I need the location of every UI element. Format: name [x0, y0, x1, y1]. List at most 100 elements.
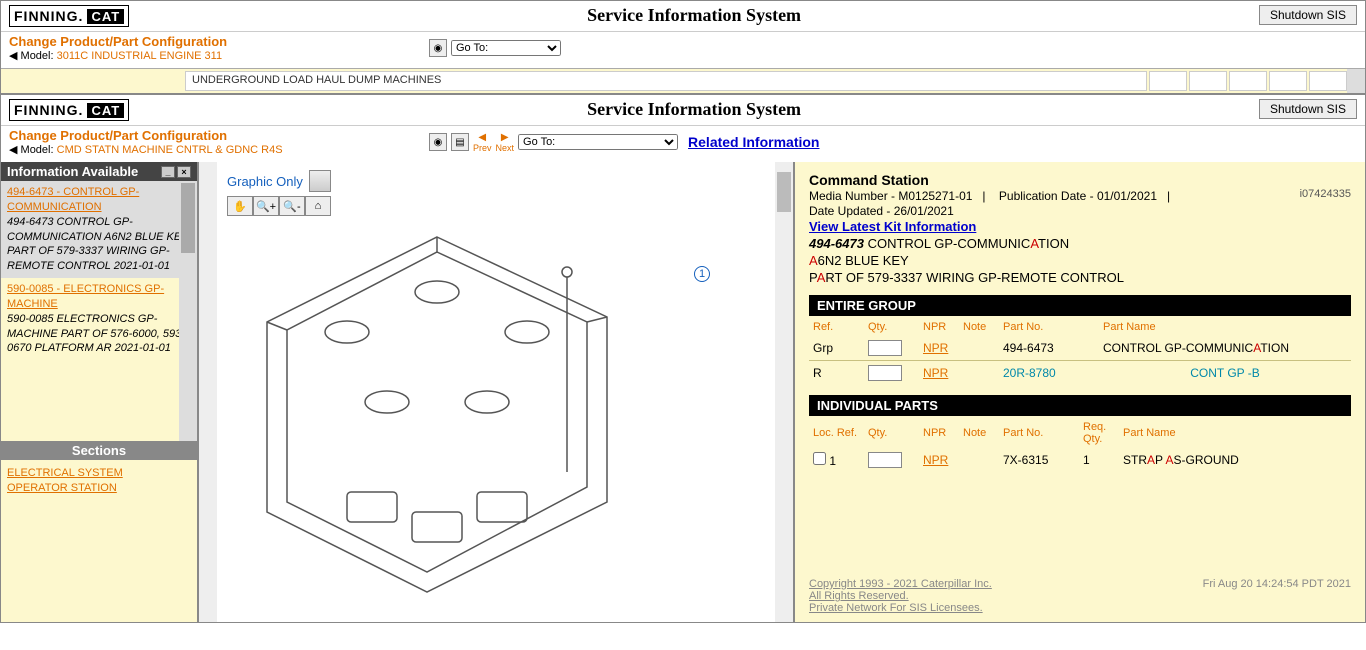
- cell: [1269, 71, 1307, 91]
- minimize-icon[interactable]: _: [161, 166, 175, 178]
- scrollbar[interactable]: [1347, 69, 1365, 93]
- arrow-left-icon: ◀: [473, 132, 492, 143]
- footer: Copyright 1993 - 2021 Caterpillar Inc. A…: [809, 578, 1351, 614]
- page-icon[interactable]: ▤: [451, 133, 469, 151]
- window-2: FINNING. CAT Service Information System …: [0, 94, 1366, 623]
- sections-header: Sections: [1, 441, 197, 460]
- result-row[interactable]: UNDERGROUND LOAD HAUL DUMP MACHINES: [185, 71, 1147, 91]
- sidebar-item[interactable]: 590-0085 - ELECTRONICS GP-MACHINE 590-00…: [1, 278, 197, 360]
- globe-icon[interactable]: ◉: [429, 39, 447, 57]
- entire-group-header: ENTIRE GROUP: [809, 295, 1351, 316]
- model-line-1: ◀ Model: 3011C INDUSTRIAL ENGINE 311: [9, 49, 429, 62]
- sidebar-item[interactable]: 494-6473 - CONTROL GP-COMMUNICATION 494-…: [1, 181, 197, 278]
- sidebar-title: Information Available: [7, 164, 138, 179]
- rights-link[interactable]: All Rights Reserved.: [809, 590, 992, 602]
- copyright-link[interactable]: Copyright 1993 - 2021 Caterpillar Inc.: [809, 578, 992, 590]
- sidebar: Information Available _ × 494-6473 - CON…: [1, 162, 199, 622]
- row-checkbox[interactable]: [813, 452, 826, 465]
- detail-pane: Command Station i07424335 Media Number -…: [795, 162, 1365, 622]
- app-title: Service Information System: [129, 5, 1259, 26]
- table-row: 1 NPR 7X-6315 1 STRAP AS-GROUND: [809, 448, 1351, 472]
- sidebar-item-link[interactable]: 590-0085 - ELECTRONICS GP-MACHINE: [7, 283, 164, 310]
- subbar-1: Change Product/Part Configuration ◀ Mode…: [1, 32, 1365, 68]
- individual-parts-header: INDIVIDUAL PARTS: [809, 395, 1351, 416]
- table-row: R NPR 20R-8780 CONT GP -B: [809, 361, 1351, 386]
- callout-1[interactable]: 1: [694, 266, 710, 282]
- entire-group-table: Ref. Qty. NPR Note Part No. Part Name Gr…: [809, 318, 1351, 385]
- private-network-link[interactable]: Private Network For SIS Licensees.: [809, 602, 992, 614]
- chevron-left-icon[interactable]: ◀: [9, 50, 17, 62]
- model-line-2: ◀ Model: CMD STATN MACHINE CNTRL & GDNC …: [9, 143, 429, 156]
- change-config-link[interactable]: Change Product/Part Configuration: [9, 128, 429, 143]
- table-row: Grp NPR 494-6473 CONTROL GP-COMMUNICATIO…: [809, 336, 1351, 361]
- model-value-2[interactable]: CMD STATN MACHINE CNTRL & GDNC R4S: [57, 144, 283, 156]
- logo-brand: FINNING.: [14, 8, 83, 24]
- qty-input[interactable]: [868, 340, 902, 356]
- sections-list: ELECTRICAL SYSTEM OPERATOR STATION: [1, 460, 197, 501]
- sidebar-item-desc: 590-0085 ELECTRONICS GP-MACHINE PART OF …: [7, 313, 185, 355]
- topbar-2: FINNING. CAT Service Information System …: [1, 95, 1365, 126]
- subbar-2: Change Product/Part Configuration ◀ Mode…: [1, 126, 1365, 162]
- sidebar-header: Information Available _ ×: [1, 162, 197, 181]
- model-label: Model:: [21, 50, 54, 62]
- zoom-in-icon[interactable]: 🔍+: [253, 196, 279, 216]
- sidebar-item-desc: 494-6473 CONTROL GP-COMMUNICATION A6N2 B…: [7, 216, 188, 273]
- win1-body: UNDERGROUND LOAD HAUL DUMP MACHINES: [1, 68, 1365, 93]
- shutdown-button[interactable]: Shutdown SIS: [1259, 5, 1357, 25]
- logo-sub: CAT: [87, 103, 124, 118]
- change-config-link[interactable]: Change Product/Part Configuration: [9, 34, 429, 49]
- goto-select-1[interactable]: Go To:: [451, 40, 561, 56]
- logo: FINNING. CAT: [9, 99, 129, 121]
- timestamp: Fri Aug 20 14:24:54 PDT 2021: [1203, 578, 1351, 614]
- cell: [1189, 71, 1227, 91]
- updated-line: Date Updated - 26/01/2021: [809, 204, 1351, 218]
- prev-nav[interactable]: ◀ Prev: [473, 132, 492, 153]
- qty-input[interactable]: [868, 365, 902, 381]
- next-nav[interactable]: ▶ Next: [496, 132, 515, 153]
- close-icon[interactable]: ×: [177, 166, 191, 178]
- sidebar-item-link[interactable]: 494-6473 - CONTROL GP-COMMUNICATION: [7, 186, 139, 213]
- scrollbar[interactable]: [199, 162, 217, 622]
- logo-brand: FINNING.: [14, 102, 83, 118]
- model-value-1[interactable]: 3011C INDUSTRIAL ENGINE 311: [57, 50, 222, 62]
- detail-title: Command Station: [809, 172, 1351, 188]
- individual-parts-table: Loc. Ref. Qty. NPR Note Part No. Req. Qt…: [809, 418, 1351, 472]
- zoom-out-icon[interactable]: 🔍-: [279, 196, 305, 216]
- home-icon[interactable]: ⌂: [305, 196, 331, 216]
- model-label: Model:: [21, 144, 54, 156]
- related-info-link[interactable]: Related Information: [688, 134, 819, 150]
- print-icon[interactable]: [309, 170, 331, 192]
- media-line: Media Number - M0125271-01| Publication …: [809, 189, 1351, 203]
- graphic-only-label: Graphic Only: [227, 174, 303, 189]
- scrollbar[interactable]: [179, 181, 197, 441]
- scrollbar[interactable]: [775, 162, 793, 622]
- topbar-1: FINNING. CAT Service Information System …: [1, 1, 1365, 32]
- win2-body: Information Available _ × 494-6473 - CON…: [1, 162, 1365, 622]
- npr-link[interactable]: NPR: [923, 366, 948, 380]
- cell: [1309, 71, 1347, 91]
- doc-id: i07424335: [1300, 188, 1351, 200]
- logo: FINNING. CAT: [9, 5, 129, 27]
- cell: [1229, 71, 1267, 91]
- npr-link[interactable]: NPR: [923, 453, 948, 467]
- globe-icon[interactable]: ◉: [429, 133, 447, 151]
- shutdown-button[interactable]: Shutdown SIS: [1259, 99, 1357, 119]
- chevron-left-icon[interactable]: ◀: [9, 144, 17, 156]
- graphic-toolbar: ✋ 🔍+ 🔍- ⌂: [227, 196, 765, 216]
- npr-link[interactable]: NPR: [923, 341, 948, 355]
- section-link[interactable]: OPERATOR STATION: [7, 482, 191, 494]
- logo-sub: CAT: [87, 9, 124, 24]
- arrow-right-icon: ▶: [496, 132, 515, 143]
- part-line-3: PART OF 579-3337 WIRING GP-REMOTE CONTRO…: [809, 270, 1351, 285]
- graphic-pane: Graphic Only ✋ 🔍+ 🔍- ⌂: [199, 162, 795, 622]
- section-link[interactable]: ELECTRICAL SYSTEM: [7, 467, 191, 479]
- window-1: FINNING. CAT Service Information System …: [0, 0, 1366, 94]
- part-line-1: 494-6473 CONTROL GP-COMMUNICATION: [809, 236, 1351, 251]
- app-title: Service Information System: [129, 99, 1259, 120]
- qty-input[interactable]: [868, 452, 902, 468]
- goto-select-2[interactable]: Go To:: [518, 134, 678, 150]
- part-line-2: A6N2 BLUE KEY: [809, 253, 1351, 268]
- view-kit-link[interactable]: View Latest Kit Information: [809, 219, 976, 234]
- hand-icon[interactable]: ✋: [227, 196, 253, 216]
- cell: [1149, 71, 1187, 91]
